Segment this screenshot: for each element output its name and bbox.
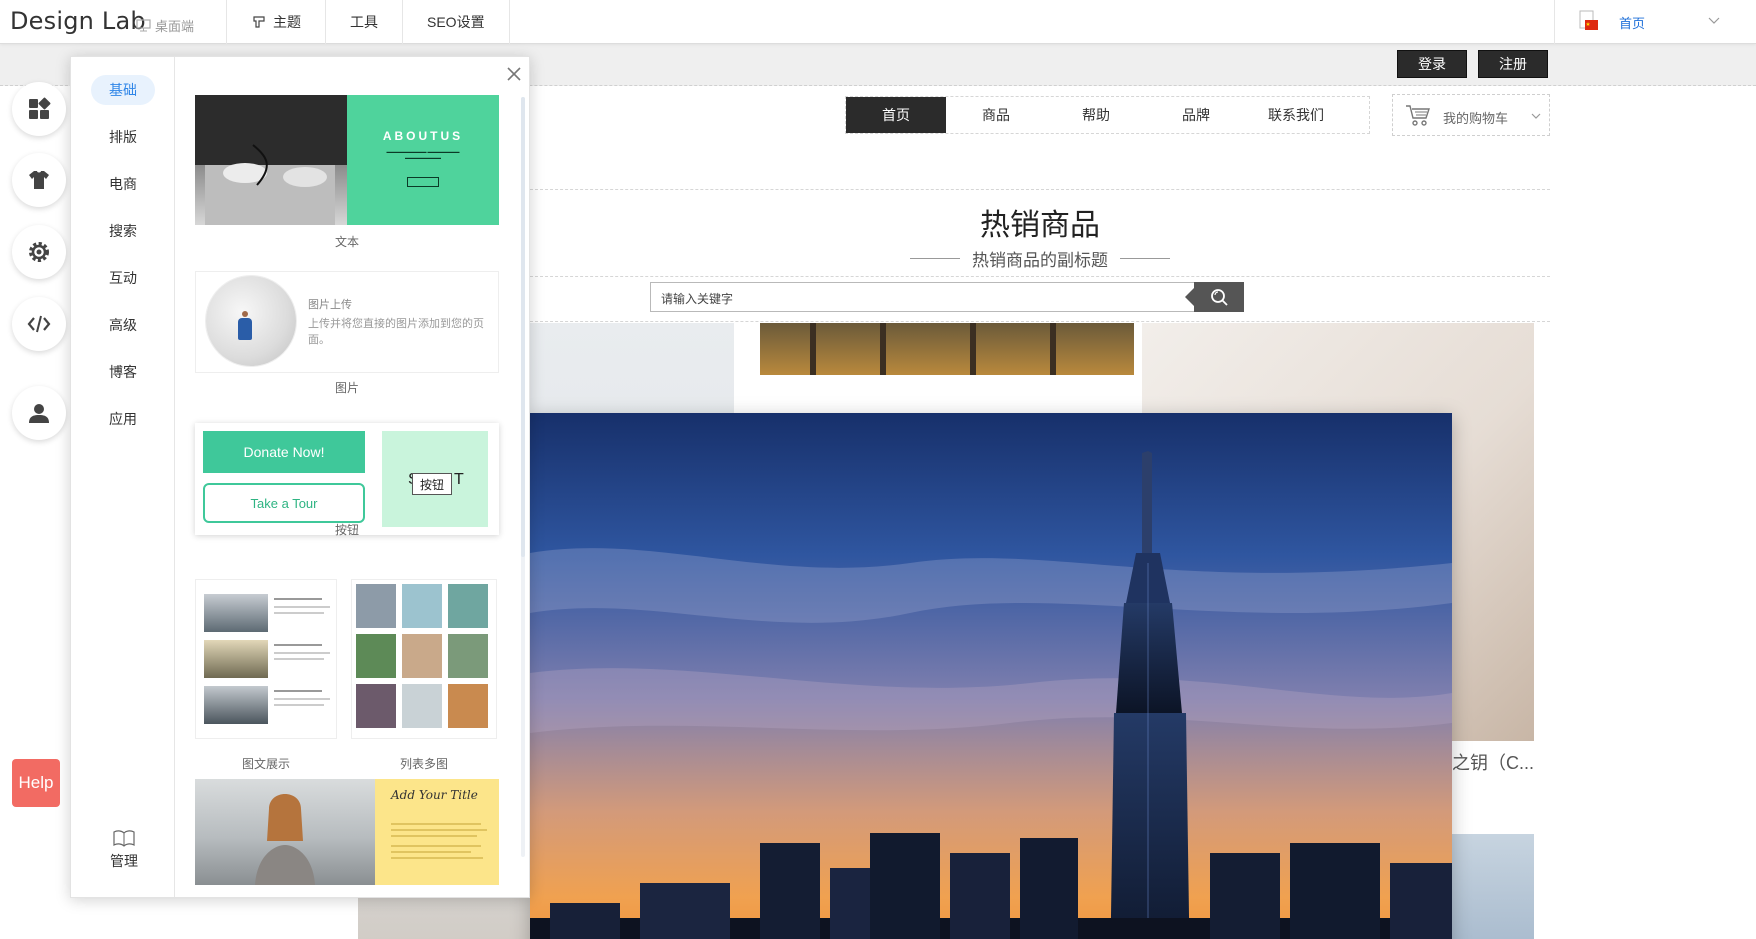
shirt-icon: [29, 171, 49, 189]
chevron-down-icon: [1708, 17, 1720, 24]
dragged-image-preview[interactable]: [530, 413, 1452, 939]
section-subtitle: 热销商品的副标题: [530, 246, 1550, 271]
section-subtitle-text: 热销商品的副标题: [972, 251, 1108, 270]
category-interactive[interactable]: 互动: [91, 263, 155, 293]
module-image[interactable]: 图片上传 上传并将您直接的图片添加到您的页面。: [195, 271, 499, 373]
desktop-label: 桌面端: [155, 19, 195, 34]
add-your-title-text: Add Your Title: [391, 788, 478, 802]
module-list-images-caption: 列表多图: [399, 757, 448, 771]
desktop-view-toggle[interactable]: 桌面端: [136, 16, 194, 35]
topnav-theme[interactable]: 主题: [226, 0, 325, 44]
topnav-seo[interactable]: SEO设置: [402, 0, 510, 44]
manage-button[interactable]: 管理: [99, 829, 149, 871]
rail-code-button[interactable]: [12, 297, 66, 351]
skyline-photo: [530, 413, 1452, 939]
panel-scrollbar[interactable]: [521, 97, 525, 857]
category-basic[interactable]: 基础: [91, 75, 155, 105]
module-image-text-caption: 图文展示: [241, 757, 290, 771]
module-image-title-preview[interactable]: Add Your Title: [195, 779, 499, 885]
topnav-tools[interactable]: 工具: [325, 0, 402, 44]
topnav-theme-label: 主题: [273, 14, 301, 30]
module-text-caption: 文本: [334, 235, 359, 249]
module-list-images[interactable]: [351, 579, 497, 739]
rail-account-button[interactable]: [12, 386, 66, 440]
module-image-caption: 图片: [334, 381, 359, 395]
category-list: 基础 排版 电商 搜索 互动 高级 博客 应用 管理: [71, 57, 175, 897]
gear-icon: [29, 242, 49, 262]
rail-settings-button[interactable]: [12, 225, 66, 279]
user-icon: [29, 404, 49, 423]
product-caption: 之钥（C...: [1452, 753, 1535, 773]
search-bar: 请输入关键字: [530, 276, 1550, 322]
theme-icon: [253, 16, 265, 28]
cart-label: 我的购物车: [1443, 111, 1509, 126]
module-button[interactable]: Donate Now! Take a Tour S T 按钮: [195, 423, 499, 535]
panel-scroll-thumb[interactable]: [521, 97, 525, 557]
tour-button-preview: Take a Tour: [203, 483, 365, 523]
category-advanced[interactable]: 高级: [91, 310, 155, 340]
topnav-seo-label: SEO设置: [427, 14, 485, 30]
module-text-preview: ABOUTUS ▬▬▬▬▬▬▬▬▬▬ ▬▬▬▬▬▬▬▬ ▬▬▬▬▬▬▬▬▬: [347, 95, 499, 225]
mint-preview-letter-t: T: [454, 471, 464, 488]
site-login-button[interactable]: 登录: [1397, 50, 1467, 78]
site-nav-home[interactable]: 首页: [846, 97, 946, 133]
module-image-desc: 上传并将您直接的图片添加到您的页面。: [308, 318, 484, 346]
page-flag-icon: [1579, 10, 1598, 30]
category-layout[interactable]: 排版: [91, 122, 155, 152]
close-icon[interactable]: [505, 65, 523, 83]
category-blog[interactable]: 博客: [91, 357, 155, 387]
module-text[interactable]: ABOUTUS ▬▬▬▬▬▬▬▬▬▬ ▬▬▬▬▬▬▬▬ ▬▬▬▬▬▬▬▬▬: [195, 95, 499, 225]
subtitle-rule-left: [910, 258, 960, 259]
site-nav-products[interactable]: 商品: [946, 97, 1046, 133]
search-input[interactable]: 请输入关键字: [650, 282, 1196, 312]
site-nav-help[interactable]: 帮助: [1046, 97, 1146, 133]
button-drag-badge: 按钮: [412, 473, 452, 495]
code-icon: [27, 315, 51, 333]
rail-theme-button[interactable]: [12, 153, 66, 207]
monitor-icon: [136, 19, 151, 32]
site-nav: 首页 商品 帮助 品牌 联系我们: [845, 96, 1370, 134]
category-search[interactable]: 搜索: [91, 216, 155, 246]
apps-icon: [29, 97, 51, 119]
product-image-2[interactable]: [760, 323, 1134, 375]
module-image-title: 图片上传: [308, 299, 352, 311]
search-icon: [1211, 289, 1228, 306]
about-us-body: ▬▬▬▬▬▬▬▬▬▬ ▬▬▬▬▬▬▬▬ ▬▬▬▬▬▬▬▬▬: [386, 149, 460, 160]
about-us-title: ABOUTUS: [382, 129, 464, 143]
module-bottom-text: Add Your Title: [375, 779, 499, 885]
app-brand: Design Lab: [10, 7, 146, 35]
donate-button-preview: Donate Now!: [203, 431, 365, 473]
component-panel: 基础 排版 电商 搜索 互动 高级 博客 应用 管理 ABOUTUS ▬▬▬▬▬…: [70, 56, 530, 898]
top-nav: 主题 工具 SEO设置: [226, 0, 510, 44]
cart-button[interactable]: 我的购物车: [1392, 94, 1550, 136]
site-header: 首页 商品 帮助 品牌 联系我们 我的购物车: [530, 86, 1550, 190]
category-apps[interactable]: 应用: [91, 404, 155, 434]
site-nav-contact[interactable]: 联系我们: [1246, 97, 1346, 133]
chevron-down-icon: [1531, 113, 1541, 119]
module-bottom-photo: [195, 779, 375, 885]
module-image-photo: [206, 276, 296, 366]
site-nav-brand[interactable]: 品牌: [1146, 97, 1246, 133]
subtitle-rule-right: [1120, 258, 1170, 259]
module-button-mint-preview: S T 按钮: [382, 431, 488, 527]
top-bar: Design Lab 桌面端 主题 工具 SEO设置 首页: [0, 0, 1756, 44]
cart-icon: [1406, 105, 1430, 126]
topnav-tools-label: 工具: [350, 14, 378, 30]
category-ecommerce[interactable]: 电商: [91, 169, 155, 199]
manage-label: 管理: [110, 853, 138, 869]
site-register-button[interactable]: 注册: [1478, 50, 1548, 78]
rail-components-button[interactable]: [12, 82, 66, 136]
module-text-photo: [195, 95, 347, 225]
module-button-caption: 按钮: [334, 523, 359, 537]
about-us-button: [407, 177, 439, 187]
page-selector-label: 首页: [1619, 16, 1646, 31]
page-selector[interactable]: 首页: [1554, 0, 1756, 44]
module-image-text[interactable]: [195, 579, 337, 739]
help-button[interactable]: Help: [12, 759, 60, 807]
section-title: 热销商品: [980, 209, 1100, 242]
search-button[interactable]: [1185, 282, 1244, 312]
book-icon: [113, 830, 135, 847]
